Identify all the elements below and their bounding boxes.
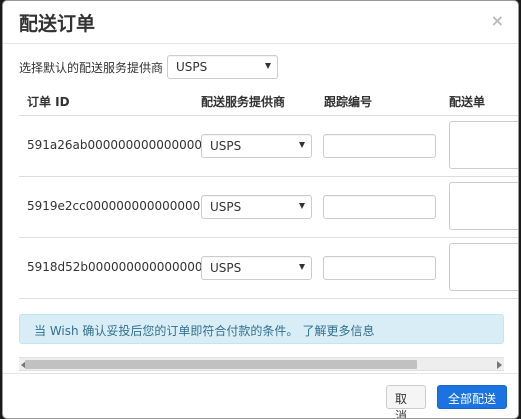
default-provider-value: USPS — [176, 60, 208, 74]
header-slip: 配送单 — [449, 95, 486, 109]
provider-select[interactable]: USPS — [201, 195, 312, 219]
provider-value: USPS — [210, 261, 242, 275]
modal-header: 配送订单 × — [3, 1, 518, 44]
provider-value: USPS — [210, 139, 242, 153]
chevron-down-icon — [299, 264, 305, 270]
shipping-slip-field[interactable] — [449, 182, 518, 230]
shipping-slip-field[interactable] — [449, 121, 518, 169]
default-provider-label: 选择默认的配送服务提供商 — [19, 60, 164, 75]
order-id: 591a26ab0000000000000000 — [27, 138, 210, 152]
provider-select[interactable]: USPS — [201, 256, 312, 280]
header-tracking: 跟踪编号 — [324, 95, 373, 109]
shipping-slip-field[interactable] — [449, 243, 518, 291]
scrollbar-thumb[interactable] — [25, 360, 417, 369]
ship-all-button[interactable]: 全部配送 — [437, 385, 507, 409]
modal-footer: 取消 全部配送 — [3, 373, 518, 418]
arrow-right-icon[interactable] — [497, 361, 502, 369]
close-icon[interactable]: × — [491, 11, 504, 30]
provider-value: USPS — [210, 200, 242, 214]
chevron-down-icon — [265, 63, 272, 69]
table-row: 591a26ab0000000000000000 USPS — [19, 116, 518, 177]
ship-orders-modal: 配送订单 × 选择默认的配送服务提供商 USPS 订单 ID 配送服务提供商 跟… — [2, 0, 519, 419]
modal-title: 配送订单 — [19, 13, 96, 35]
chevron-down-icon — [299, 203, 305, 209]
horizontal-scrollbar[interactable] — [19, 357, 504, 371]
chevron-down-icon — [299, 142, 305, 148]
order-id: 5918d52b0000000000000000 — [27, 260, 211, 274]
cancel-button[interactable]: 取消 — [386, 385, 426, 418]
default-provider-row: 选择默认的配送服务提供商 USPS — [19, 55, 279, 79]
table-row: 5919e2cc0000000000000000 USPS — [19, 177, 518, 238]
header-order-id: 订单 ID — [27, 95, 70, 109]
info-alert: 当 Wish 确认妥投后您的订单即符合付款的条件。 了解更多信息 — [19, 314, 504, 344]
table-row: 5918d52b0000000000000000 USPS — [19, 238, 518, 299]
header-provider: 配送服务提供商 — [201, 95, 286, 109]
default-provider-select[interactable]: USPS — [167, 55, 279, 79]
learn-more-link[interactable]: 了解更多信息 — [302, 324, 374, 338]
tracking-number-input[interactable] — [323, 256, 436, 280]
order-id: 5919e2cc0000000000000000 — [27, 199, 208, 213]
tracking-number-input[interactable] — [323, 134, 436, 158]
tracking-number-input[interactable] — [323, 195, 436, 219]
provider-select[interactable]: USPS — [201, 134, 312, 158]
info-text: 当 Wish 确认妥投后您的订单即符合付款的条件。 — [34, 324, 299, 338]
